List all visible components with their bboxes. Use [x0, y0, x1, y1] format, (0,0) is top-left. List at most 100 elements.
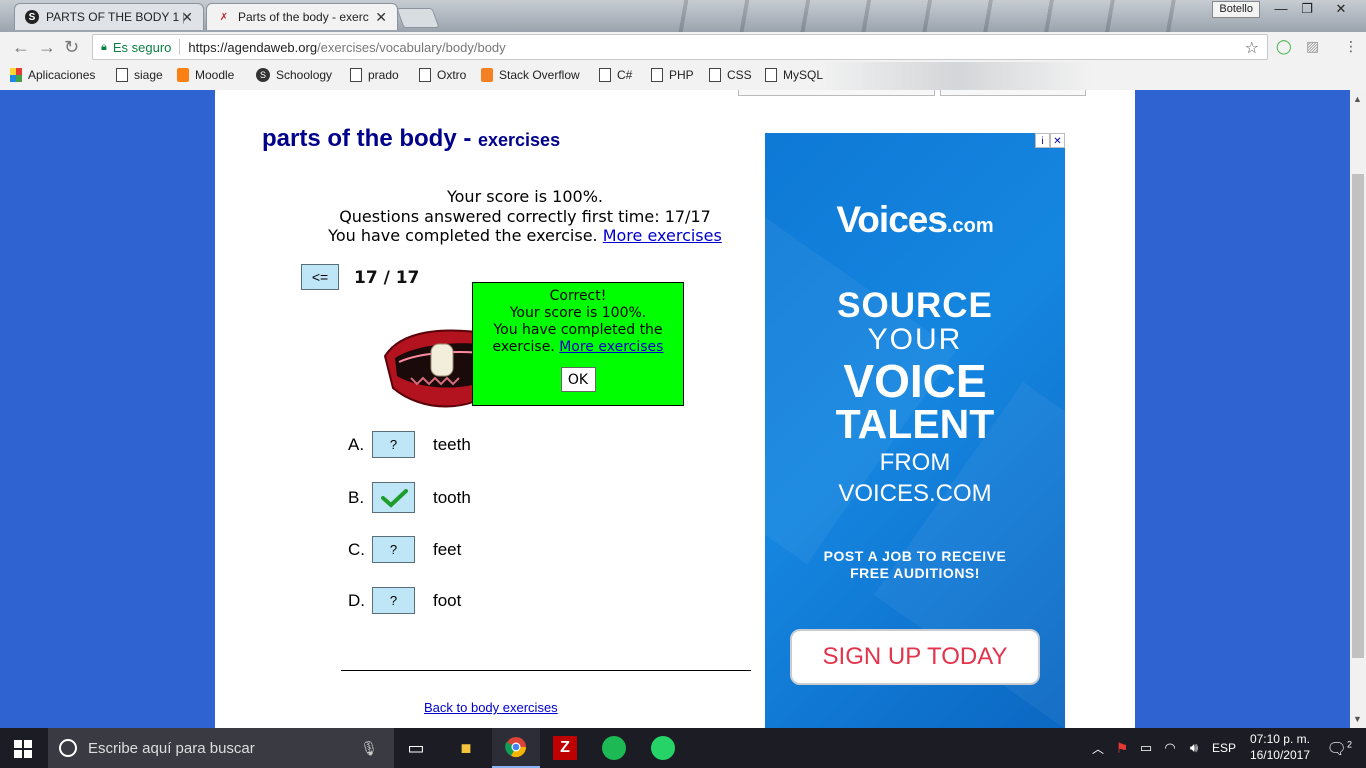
window-close-icon[interactable]: ✕ [1326, 0, 1356, 18]
windows-start-icon[interactable] [14, 740, 32, 758]
lock-icon: 🔒︎ [101, 40, 107, 53]
divider [341, 670, 751, 671]
close-icon[interactable]: ✕ [181, 9, 193, 26]
bookmark-siage[interactable]: siage [116, 68, 163, 82]
back-to-body-exercises-link[interactable]: Back to body exercises [424, 700, 558, 715]
ad-close-icon[interactable]: ✕ [1050, 133, 1065, 148]
ad-badge[interactable]: i ✕ [1035, 133, 1065, 148]
scroll-down-icon[interactable]: ▼ [1353, 714, 1362, 724]
filezilla-icon[interactable]: Z [541, 728, 589, 768]
option-row-a: A. ? teeth [348, 431, 471, 458]
taskbar-clock[interactable]: 07:10 p. m. 16/10/2017 [1250, 731, 1310, 763]
page-icon [419, 68, 431, 82]
correct-first-time-line: Questions answered correctly first time:… [339, 206, 711, 226]
menu-icon[interactable]: ⋮ [1344, 38, 1358, 55]
moodle-icon [177, 68, 189, 82]
scroll-up-icon[interactable]: ▲ [1353, 94, 1362, 104]
button-edge[interactable] [940, 90, 1086, 96]
page-icon [709, 68, 721, 82]
bookmark-schoology[interactable]: S Schoology [256, 68, 332, 82]
page-icon [765, 68, 777, 82]
new-tab-button[interactable] [396, 8, 440, 28]
advertisement[interactable]: i ✕ Voices.com SOURCE YOUR VOICE TALENT … [765, 133, 1065, 728]
back-arrow-icon[interactable]: ← [12, 37, 30, 58]
page-icon [350, 68, 362, 82]
page-icon [116, 68, 128, 82]
vertical-scrollbar[interactable]: ▲ ▼ [1350, 90, 1366, 728]
tab-agendaweb[interactable]: ✗ Parts of the body - exerc ✕ [206, 3, 398, 30]
pdf-extension-icon[interactable]: ▨ [1306, 38, 1319, 55]
scrollbar-thumb[interactable] [1352, 174, 1364, 658]
clock-time: 07:10 p. m. [1249, 732, 1310, 746]
extension-icon[interactable]: ◯ [1276, 38, 1292, 55]
bookmark-apps[interactable]: Aplicaciones [10, 68, 95, 82]
volume-icon[interactable]: 🔊︎ [1182, 728, 1206, 768]
security-label: Es seguro [112, 39, 172, 55]
answer-box[interactable]: ? [372, 587, 415, 614]
bookmark-oxtro[interactable]: Oxtro [419, 68, 466, 82]
more-exercises-link[interactable]: More exercises [603, 226, 722, 245]
microphone-icon[interactable]: 🎙︎ [360, 740, 378, 757]
bookmarks-bar: Aplicaciones siage Moodle S Schoology pra… [0, 62, 1366, 90]
notification-center-icon[interactable]: 🗨︎2 [1327, 739, 1352, 759]
search-field-edge[interactable] [738, 90, 935, 96]
bookmark-css[interactable]: CSS [709, 68, 752, 82]
ad-info-icon[interactable]: i [1035, 133, 1050, 148]
answer-box[interactable]: ? [372, 536, 415, 563]
url-host: https://agendaweb.org [188, 39, 318, 55]
bookmark-moodle[interactable]: Moodle [177, 68, 234, 82]
task-view-icon[interactable]: ▭ [392, 728, 440, 768]
bookmark-php[interactable]: PHP [651, 68, 694, 82]
check-icon [380, 488, 408, 508]
feedback-popup: Correct! Your score is 100%. You have co… [472, 282, 684, 406]
wifi-icon[interactable]: ◠ [1158, 728, 1182, 768]
option-text: teeth [433, 434, 471, 454]
bookmark-csharp[interactable]: C# [599, 68, 632, 82]
language-indicator[interactable]: ESP [1208, 728, 1240, 768]
restore-icon[interactable]: ❐ [1292, 0, 1322, 18]
reload-icon[interactable]: ↻ [64, 37, 79, 58]
ad-headline: SOURCE YOUR VOICE TALENT FROM VOICES.COM [835, 286, 995, 507]
tab-schoology[interactable]: S PARTS OF THE BODY 1 | ✕ [14, 3, 204, 30]
apps-icon [10, 68, 22, 82]
option-letter: B. [348, 487, 365, 507]
agendaweb-icon: ✗ [219, 11, 229, 23]
close-icon[interactable]: ✕ [375, 9, 387, 26]
battery-icon[interactable]: ▭ [1134, 728, 1158, 768]
bookmark-mysql[interactable]: MySQL [765, 68, 823, 82]
stack-overflow-icon [481, 68, 493, 82]
cortana-icon [59, 739, 77, 757]
spotify-icon[interactable] [590, 728, 638, 768]
option-text: tooth [433, 487, 471, 507]
completed-line: You have completed the exercise. [328, 226, 603, 245]
popup-more-exercises-link[interactable]: More exercises [559, 339, 663, 355]
profile-button[interactable]: Botello [1212, 1, 1260, 18]
sign-up-button[interactable]: SIGN UP TODAY [790, 629, 1040, 685]
previous-question-button[interactable]: <= [301, 264, 339, 290]
file-explorer-icon[interactable]: ■ [442, 728, 490, 768]
address-bar[interactable]: 🔒︎ Es seguro https://agendaweb.org/exerc… [92, 34, 1268, 60]
bookmark-star-icon[interactable]: ☆ [1245, 38, 1259, 58]
bookmark-stack-overflow[interactable]: Stack Overflow [481, 68, 580, 82]
score-line: Your score is 100%. [446, 187, 603, 206]
answer-box[interactable] [372, 482, 415, 513]
option-row-c: C. ? feet [348, 536, 461, 563]
chrome-icon[interactable] [492, 728, 540, 768]
option-letter: D. [348, 590, 365, 610]
page-icon [599, 68, 611, 82]
bookmark-prado[interactable]: prado [350, 68, 399, 82]
page-title: parts of the body - exercises [262, 125, 561, 152]
option-text: foot [433, 590, 462, 610]
show-hidden-icons-icon[interactable]: ︿ [1086, 728, 1110, 768]
clock-date: 16/10/2017 [1249, 748, 1310, 762]
ad-logo: Voices.com [836, 199, 994, 240]
forward-arrow-icon[interactable]: → [38, 37, 56, 58]
answer-box[interactable]: ? [372, 431, 415, 458]
ok-button[interactable]: OK [560, 367, 596, 392]
taskbar-search[interactable]: Escribe aquí para buscar 🎙︎ [48, 728, 394, 768]
browser-toolbar: ← → ↻ 🔒︎ Es seguro https://agendaweb.org… [0, 32, 1366, 62]
divider [179, 39, 181, 55]
acrobat-tray-icon[interactable]: ⚑ [1110, 728, 1134, 768]
windows-taskbar: Escribe aquí para buscar 🎙︎ ▭ ■ Z ︿ ⚑ ▭ … [0, 728, 1366, 768]
whatsapp-icon[interactable] [639, 728, 687, 768]
